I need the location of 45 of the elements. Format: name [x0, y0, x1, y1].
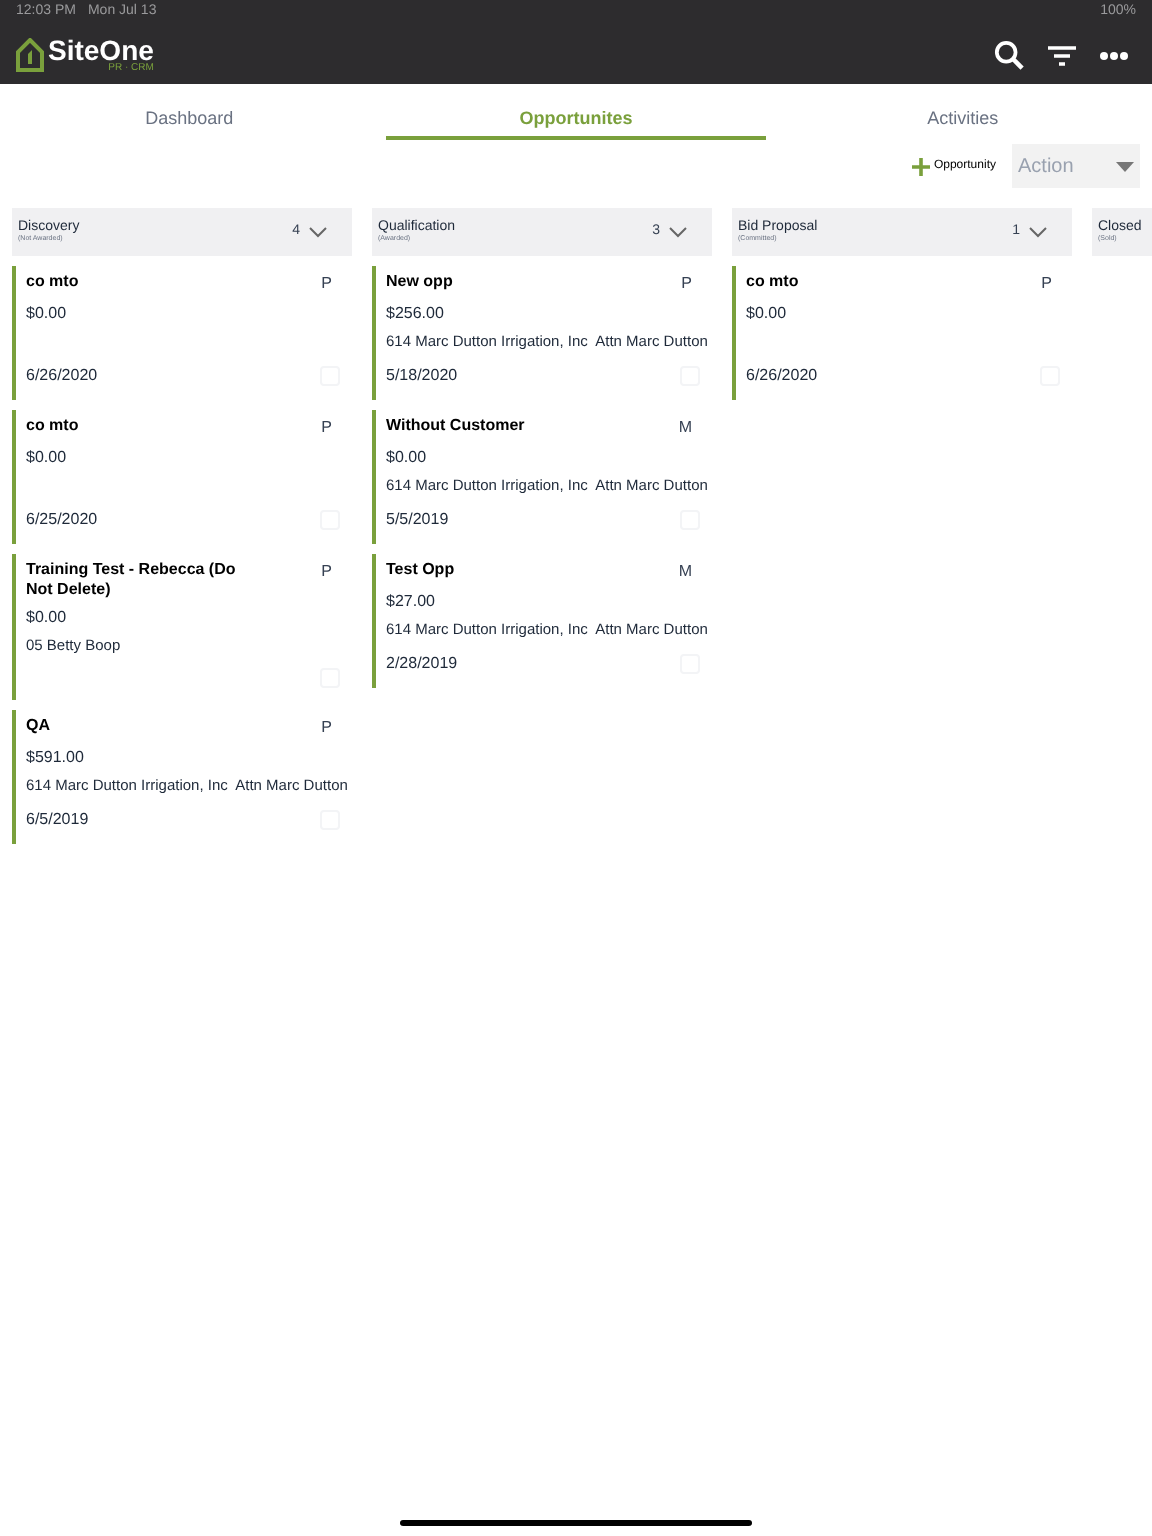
dropdown-icon: [1116, 161, 1134, 171]
action-dropdown[interactable]: Action: [1012, 144, 1140, 188]
action-input[interactable]: Action: [1018, 151, 1106, 181]
card-amount: $27.00: [386, 590, 437, 614]
card-date: 6/5/2019: [26, 808, 89, 832]
card-tag: P: [681, 272, 692, 296]
card-date: 5/18/2020: [386, 364, 458, 388]
card-tag: P: [321, 560, 332, 584]
chevron-icon[interactable]: [668, 226, 688, 238]
card-date: 2/28/2019: [386, 652, 458, 676]
card-amount: $591.00: [26, 746, 86, 770]
card-tag: P: [1041, 272, 1052, 296]
card-title: QA: [26, 716, 52, 736]
card-date: 6/26/2020: [746, 364, 818, 388]
card-title: New opp: [386, 272, 455, 292]
card-title: Test Opp: [386, 560, 457, 580]
plus-icon: [911, 157, 930, 175]
card-date: 6/26/2020: [26, 364, 98, 388]
search-icon[interactable]: [994, 40, 1024, 70]
card-amount: $0.00: [386, 446, 429, 470]
logo-icon: [16, 37, 44, 73]
card-title: Without Customer: [386, 416, 527, 436]
card-amount: $0.00: [26, 446, 69, 470]
card-tag: P: [321, 716, 332, 740]
card-title: co mto: [746, 272, 801, 292]
card-tag: M: [678, 416, 692, 440]
card-tag: P: [321, 272, 332, 296]
card-tag: M: [678, 560, 692, 584]
chevron-icon[interactable]: [1028, 226, 1048, 238]
card-amount: $256.00: [386, 302, 446, 326]
card-title: Training Test - Rebecca (Do Not Delete): [26, 560, 238, 600]
card-amount: $0.00: [26, 302, 69, 326]
tab[interactable]: Activities: [773, 84, 1152, 140]
chevron-icon[interactable]: [308, 226, 328, 238]
tab[interactable]: Dashboard: [0, 84, 379, 140]
card-amount: $0.00: [746, 302, 789, 326]
card-date: 6/25/2020: [26, 508, 98, 532]
card-amount: $0.00: [26, 606, 69, 630]
logo-text: SiteOne: [48, 36, 154, 64]
more-icon[interactable]: [1100, 51, 1128, 59]
card-title: co mto: [26, 272, 81, 292]
card-date: 5/5/2019: [386, 508, 449, 532]
card-tag: P: [321, 416, 332, 440]
card-title: co mto: [26, 416, 81, 436]
filter-icon[interactable]: [1048, 43, 1076, 67]
